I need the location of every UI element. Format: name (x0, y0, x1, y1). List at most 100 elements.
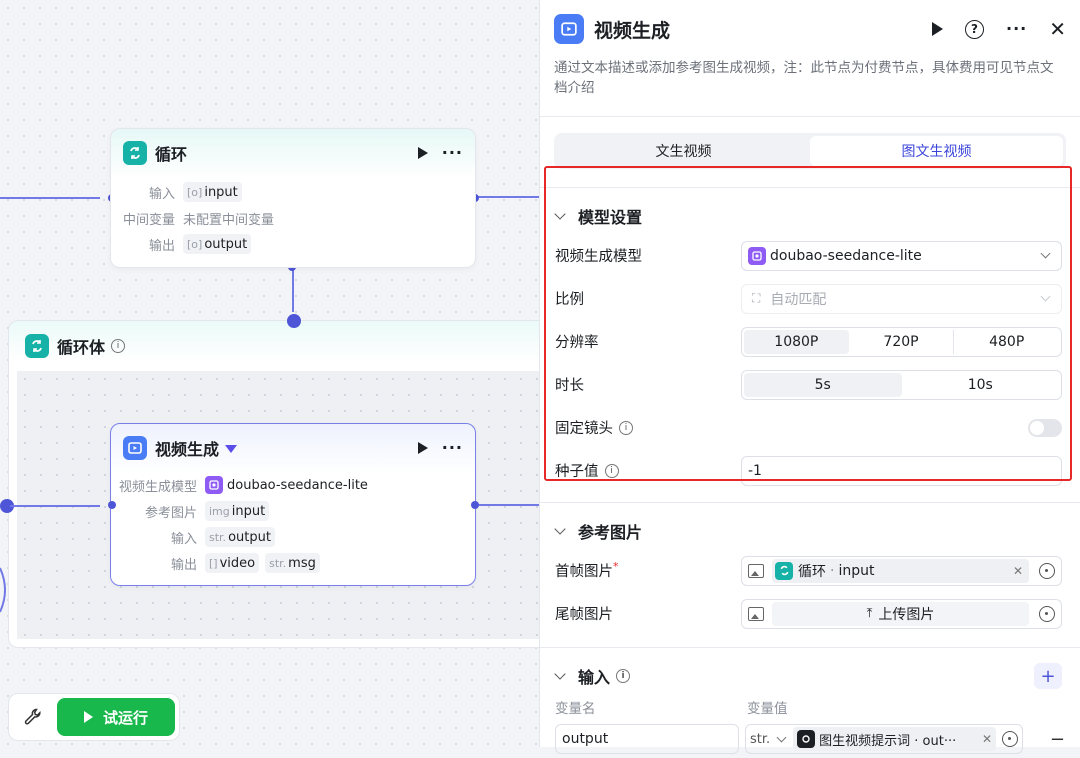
help-icon[interactable]: ? (965, 19, 984, 39)
variable-chip: str. output (205, 527, 275, 547)
chevron-down-icon (776, 732, 787, 742)
fixed-camera-row: 固定镜头 i (540, 406, 1080, 449)
test-run-button[interactable]: 试运行 (57, 698, 175, 736)
loop-output-row: 输出 [o] output (111, 231, 475, 257)
ratio-row: 比例 ⛶ 自动匹配 (540, 277, 1080, 320)
first-frame-input[interactable]: 循环 · input ✕ (741, 555, 1062, 586)
info-icon[interactable]: i (111, 339, 126, 353)
expand-icon: ⛶ (752, 291, 761, 305)
last-frame-input[interactable]: ⤒ 上传图片 (741, 598, 1062, 629)
duration-segmented: 5s 10s (741, 369, 1062, 400)
video-gen-node[interactable]: 视频生成 ··· 视频生成模型 doubao-seedance-lite 参考图… (110, 423, 476, 586)
variable-picker-icon[interactable] (1039, 605, 1055, 622)
loop-icon (775, 561, 793, 580)
edge-curve (0, 567, 6, 613)
edge-in-loop (0, 197, 100, 199)
video-output-row: 输出 [] video str. msg (111, 550, 475, 576)
more-icon[interactable]: ··· (1006, 21, 1027, 37)
duration-10s[interactable]: 10s (902, 373, 1060, 397)
tab-text-to-video[interactable]: 文生视频 (557, 136, 810, 166)
ratio-select[interactable]: ⛶ 自动匹配 (741, 283, 1062, 314)
resolution-1080p[interactable]: 1080P (744, 329, 849, 354)
variable-chip: str. msg (265, 553, 320, 573)
variable-picker-icon[interactable] (1039, 562, 1055, 579)
close-icon[interactable]: ✕ (1049, 19, 1066, 39)
video-icon (123, 436, 147, 460)
llm-icon (797, 730, 816, 748)
loop-input-row: 输入 [o] input (111, 179, 475, 205)
var-value-input[interactable]: str. 图生视频提示词 · out··· ✕ (745, 724, 1023, 754)
image-icon (748, 563, 764, 578)
col-var-value: 变量值 (747, 701, 788, 717)
loop-body-top-port[interactable] (287, 314, 301, 328)
image-icon (748, 606, 764, 621)
loop-body-title: 循环体 (57, 338, 106, 357)
video-output-port[interactable] (471, 501, 479, 509)
tab-image-text-to-video[interactable]: 图文生视频 (810, 136, 1063, 166)
first-frame-row: 首帧图片 * 循环 · input ✕ (540, 549, 1080, 592)
model-select[interactable]: doubao-seedance-lite (741, 240, 1062, 271)
model-icon (205, 476, 223, 494)
premium-badge-icon (225, 445, 238, 453)
loop-intermediate-row: 中间变量 未配置中间变量 (122, 212, 275, 228)
add-variable-button[interactable]: + (1034, 663, 1062, 689)
run-node-icon[interactable] (417, 147, 428, 159)
upload-image-button[interactable]: ⤒ 上传图片 (772, 601, 1029, 626)
fixed-camera-toggle[interactable] (1028, 418, 1062, 437)
resolution-segmented: 1080P 720P 480P (741, 326, 1062, 357)
resolution-row: 分辨率 1080P 720P 480P (540, 320, 1080, 363)
info-icon[interactable]: i (619, 420, 633, 435)
video-node-title: 视频生成 (155, 440, 220, 459)
model-row: 视频生成模型 doubao-seedance-lite (540, 234, 1080, 277)
input-var-row: output str. 图生视频提示词 · out··· ✕ − (540, 720, 1080, 758)
run-node-icon[interactable] (417, 442, 428, 454)
remove-variable-icon[interactable]: − (1050, 729, 1065, 750)
video-input-row: 输入 str. output (111, 524, 475, 550)
loop-node-title: 循环 (155, 145, 188, 164)
seed-input[interactable]: -1 (741, 455, 1062, 486)
loop-icon (25, 334, 49, 358)
variable-ref-chip: 图生视频提示词 · out··· ✕ (793, 727, 996, 751)
clear-icon[interactable]: ✕ (1013, 564, 1023, 578)
loop-icon (123, 141, 147, 165)
chevron-down-icon (554, 668, 566, 680)
info-icon[interactable]: i (616, 669, 631, 683)
wrench-icon[interactable] (13, 698, 53, 736)
resolution-480p[interactable]: 480P (954, 330, 1059, 354)
input-section-header[interactable]: 输入 i + (540, 658, 1080, 694)
panel-description: 通过文本描述或添加参考图生成视频，注：此节点为付费节点，具体费用可见节点文档介绍 (554, 60, 1054, 96)
resolution-720p[interactable]: 720P (849, 329, 955, 354)
chevron-down-icon (554, 208, 566, 220)
upload-icon: ⤒ (866, 606, 873, 621)
edge-body-video (10, 505, 100, 507)
chevron-down-icon (554, 523, 566, 535)
info-icon[interactable]: i (604, 463, 619, 478)
bottom-toolbar: 试运行 (8, 693, 180, 741)
clear-icon[interactable]: ✕ (979, 732, 992, 746)
more-icon[interactable]: ··· (442, 145, 463, 161)
video-icon (554, 14, 584, 44)
last-frame-row: 尾帧图片 ⤒ 上传图片 (540, 592, 1080, 635)
variable-chip: [o] output (183, 234, 252, 254)
video-input-port[interactable] (108, 501, 116, 509)
variable-ref-chip: 循环 · input ✕ (772, 558, 1029, 583)
panel-title: 视频生成 (594, 19, 671, 42)
chevron-down-icon (1040, 248, 1051, 259)
edge-video-out (478, 504, 540, 506)
variable-chip: [] video (205, 553, 260, 573)
variable-chip: [o] input (183, 182, 242, 202)
edge-out-loop (478, 196, 540, 198)
more-icon[interactable]: ··· (442, 440, 463, 456)
seed-row: 种子值 i -1 (540, 449, 1080, 492)
run-node-icon[interactable] (932, 22, 943, 36)
mode-tabs: 文生视频 图文生视频 (554, 133, 1066, 169)
var-name-input[interactable]: output (555, 724, 739, 754)
workflow-canvas[interactable]: 循环 ··· 输入 [o] input 中间变量 未配置中间变量 输出 [o] ou… (0, 0, 540, 747)
loop-node[interactable]: 循环 ··· 输入 [o] input 中间变量 未配置中间变量 输出 [o] ou… (110, 128, 476, 268)
ref-images-header[interactable]: 参考图片 (540, 513, 1080, 549)
video-node-header: 视频生成 ··· (111, 424, 475, 472)
duration-5s[interactable]: 5s (744, 372, 902, 397)
model-settings-header[interactable]: 模型设置 (540, 198, 1080, 234)
variable-picker-icon[interactable] (1002, 731, 1018, 747)
chevron-down-icon (1040, 291, 1051, 302)
